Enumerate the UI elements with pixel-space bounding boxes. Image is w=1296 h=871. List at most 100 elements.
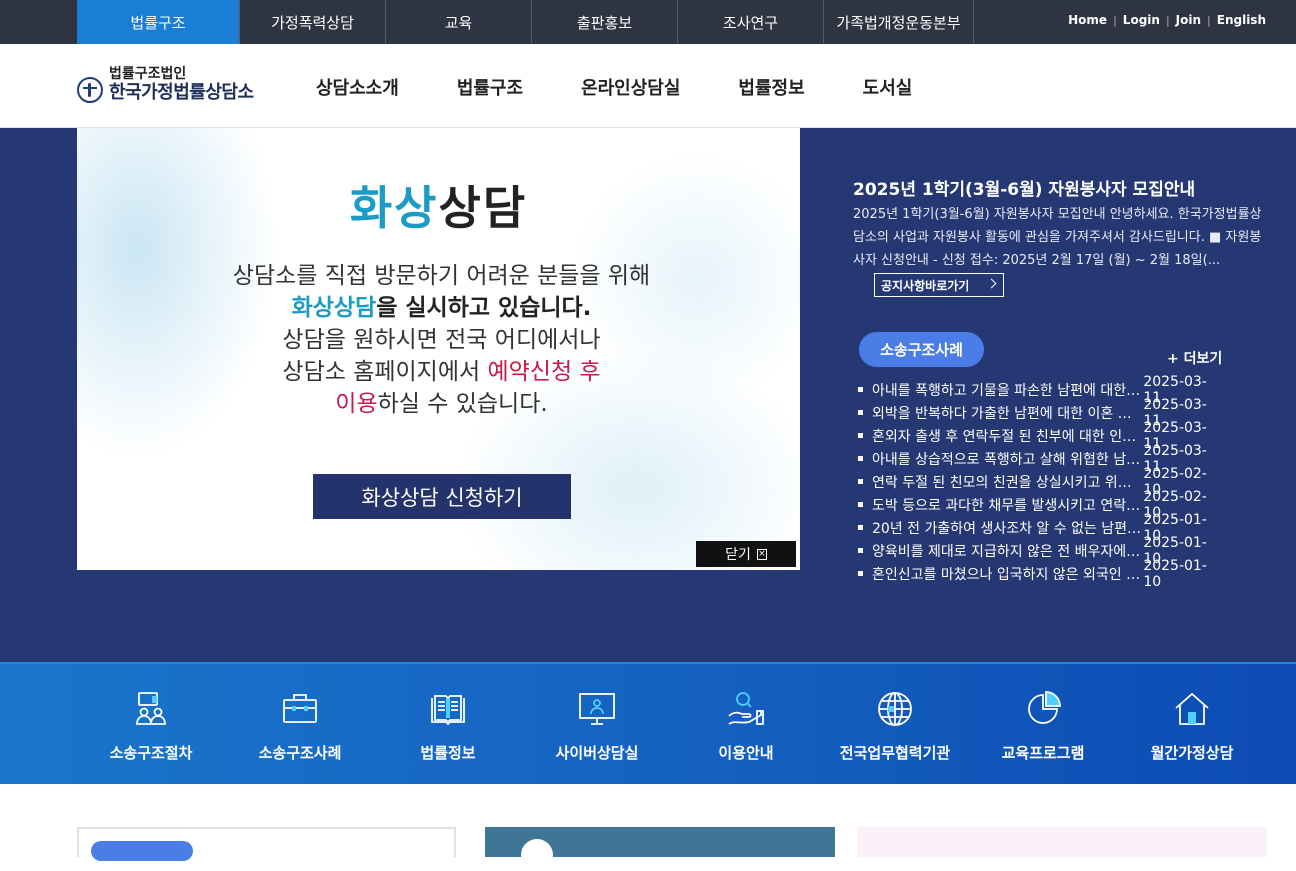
bullet-icon [858, 548, 863, 553]
banner-icon [521, 839, 553, 871]
main-nav-library[interactable]: 도서실 [863, 74, 913, 100]
quick-usage-guide[interactable]: 이용안내 [671, 664, 821, 786]
quick-lawsuit-procedure[interactable]: 소송구조절차 [76, 664, 226, 786]
top-bar: 법률구조 가정폭력상담 교육 출판홍보 조사연구 가족법개정운동본부 Home … [0, 0, 1296, 44]
popup-line-5-text: 하실 수 있습니다. [377, 391, 548, 417]
case-title: 도박 등으로 과다한 채무를 발생시키고 연락을 끊은 남편 [872, 497, 1141, 514]
popup-line-4-highlight: 예약신청 후 [487, 359, 601, 385]
popup-title-highlight: 화상 [349, 181, 439, 235]
case-title: 20년 전 가출하여 생사조차 알 수 없는 남편에 대한 청구 [872, 520, 1141, 537]
popup-title: 화상상담 [77, 172, 800, 238]
top-nav-item-publishing[interactable]: 출판홍보 [532, 0, 678, 44]
case-title: 아내를 폭행하고 기물을 파손한 남편에 대한 이혼 청구 [872, 382, 1141, 399]
case-title: 아내를 상습적으로 폭행하고 살해 위협한 남편에 대한 이혼 [872, 451, 1141, 468]
bullet-icon [858, 479, 863, 484]
board-tab[interactable] [91, 841, 193, 861]
bullet-icon [858, 525, 863, 530]
hand-search-icon [728, 692, 764, 725]
notice-summary[interactable]: 2025년 1학기(3월-6월) 자원봉사자 모집안내 안녕하세요. 한국가정법… [853, 203, 1268, 272]
quick-label: 소송구조사례 [258, 744, 342, 762]
quick-label: 사이버상담실 [555, 744, 639, 762]
logo-text: 법률구조법인 한국가정법률상담소 [109, 66, 254, 104]
house-icon [1175, 692, 1209, 725]
bullet-icon [858, 387, 863, 392]
bottom-banner-box[interactable] [485, 827, 835, 871]
quick-label: 소송구조절차 [109, 744, 193, 762]
top-nav-item-legal-aid[interactable]: 법률구조 [77, 0, 240, 44]
more-link[interactable]: + 더보기 [1167, 348, 1222, 368]
bullet-icon [858, 456, 863, 461]
notice-link-label: 공지사항바로가기 [881, 278, 970, 293]
popup-line-4: 상담소 홈페이지에서 예약신청 후 [77, 356, 800, 388]
top-nav-item-domestic-violence[interactable]: 가정폭력상담 [240, 0, 386, 44]
list-item[interactable]: 혼인신고를 마쳤으나 입국하지 않은 외국인 배우자 2025-01-10 [858, 558, 1223, 590]
popup-line-2-highlight: 화상상담 [291, 295, 377, 321]
quick-education-program[interactable]: 교육프로그램 [968, 664, 1118, 786]
monitor-user-icon [579, 693, 615, 725]
pie-chart-icon [1028, 691, 1061, 724]
tab-lawsuit-cases[interactable]: 소송구조사례 [859, 332, 984, 367]
quick-partner-institutions[interactable]: 전국업무협력기관 [820, 664, 970, 786]
notice-title[interactable]: 2025년 1학기(3월-6월) 자원봉사자 모집안내 [853, 175, 1195, 200]
quick-label: 월간가정상담 [1150, 744, 1234, 762]
popup-close-button[interactable]: 닫기 × [696, 541, 796, 567]
popup-line-2: 화상상담을 실시하고 있습니다. [77, 292, 800, 324]
case-title: 연락 두절 된 친모의 친권을 상실시키고 위한 청구 [872, 474, 1142, 491]
bottom-pink-box[interactable] [857, 827, 1267, 857]
logo-title: 한국가정법률상담소 [109, 82, 254, 103]
divider: | [1207, 13, 1211, 27]
popup-line-5: 이용하실 수 있습니다. [77, 388, 800, 420]
main-nav: 상담소소개 법률구조 온라인상담실 법률정보 도서실 [316, 74, 970, 100]
quick-monthly-magazine[interactable]: 월간가정상담 [1117, 664, 1267, 786]
quick-label: 이용안내 [718, 744, 774, 762]
login-link[interactable]: Login [1123, 13, 1160, 27]
divider: | [1165, 13, 1170, 27]
quick-label: 전국업무협력기관 [839, 744, 951, 762]
utility-links: Home | Login | Join | English [1068, 0, 1266, 40]
main-nav-legal-aid[interactable]: 법률구조 [457, 74, 523, 100]
main-nav-online-counsel[interactable]: 온라인상담실 [581, 74, 680, 100]
globe-icon [878, 692, 912, 726]
site-header: 법률구조법인 한국가정법률상담소 상담소소개 법률구조 온라인상담실 법률정보 … [0, 44, 1296, 128]
notice-link-button[interactable]: 공지사항바로가기 [874, 273, 1004, 297]
bottom-board-box [77, 827, 456, 861]
popup-title-rest: 상담 [438, 181, 528, 235]
bullet-icon [858, 433, 863, 438]
home-link[interactable]: Home [1068, 13, 1107, 27]
quick-cyber-counsel[interactable]: 사이버상담실 [522, 664, 672, 786]
bullet-icon [858, 502, 863, 507]
english-link[interactable]: English [1217, 13, 1266, 27]
video-counsel-popup: 화상상담 상담소를 직접 방문하기 어려운 분들을 위해 화상상담을 실시하고 … [77, 128, 800, 570]
apply-video-counsel-button[interactable]: 화상상담 신청하기 [313, 474, 571, 519]
quick-lawsuit-cases[interactable]: 소송구조사례 [225, 664, 375, 786]
quick-menu: 소송구조절차 소송구조사례 법률정보 사이버상담실 이용안내 전국업무협력기관 … [0, 662, 1296, 784]
quick-label: 교육프로그램 [1001, 744, 1085, 762]
popup-line-4-text: 상담소 홈페이지에서 [282, 359, 488, 385]
quick-legal-info[interactable]: 법률정보 [373, 664, 523, 786]
consult-people-icon [136, 692, 166, 725]
popup-line-5-highlight: 이용 [335, 391, 378, 417]
logo-emblem-icon [77, 77, 103, 103]
case-title: 혼외자 출생 후 연락두절 된 친부에 대한 인지 청구 [872, 428, 1142, 445]
case-title: 외박을 반복하다 가출한 남편에 대한 이혼 청구 [872, 405, 1142, 422]
join-link[interactable]: Join [1176, 13, 1201, 27]
logo-subtitle: 법률구조법인 [109, 66, 187, 82]
site-logo[interactable]: 법률구조법인 한국가정법률상담소 [77, 66, 254, 104]
top-nav: 법률구조 가정폭력상담 교육 출판홍보 조사연구 가족법개정운동본부 [77, 0, 974, 44]
bullet-icon [858, 571, 863, 576]
close-box-icon: × [756, 548, 767, 560]
top-nav-item-family-law[interactable]: 가족법개정운동본부 [824, 0, 974, 44]
main-nav-about[interactable]: 상담소소개 [316, 74, 399, 100]
popup-line-2-rest: 을 실시하고 있습니다. [376, 295, 592, 321]
popup-body: 상담소를 직접 방문하기 어려운 분들을 위해 화상상담을 실시하고 있습니다.… [77, 260, 800, 420]
popup-close-label: 닫기 [725, 547, 751, 563]
open-book-icon [431, 695, 465, 726]
main-nav-legal-info[interactable]: 법률정보 [738, 74, 804, 100]
briefcase-icon [283, 694, 317, 723]
top-nav-item-education[interactable]: 교육 [386, 0, 532, 44]
quick-label: 법률정보 [420, 744, 476, 762]
popup-line-1: 상담소를 직접 방문하기 어려운 분들을 위해 [232, 263, 651, 289]
divider: | [1113, 13, 1117, 27]
top-nav-item-research[interactable]: 조사연구 [678, 0, 824, 44]
case-title: 혼인신고를 마쳤으나 입국하지 않은 외국인 배우자 [872, 566, 1142, 583]
